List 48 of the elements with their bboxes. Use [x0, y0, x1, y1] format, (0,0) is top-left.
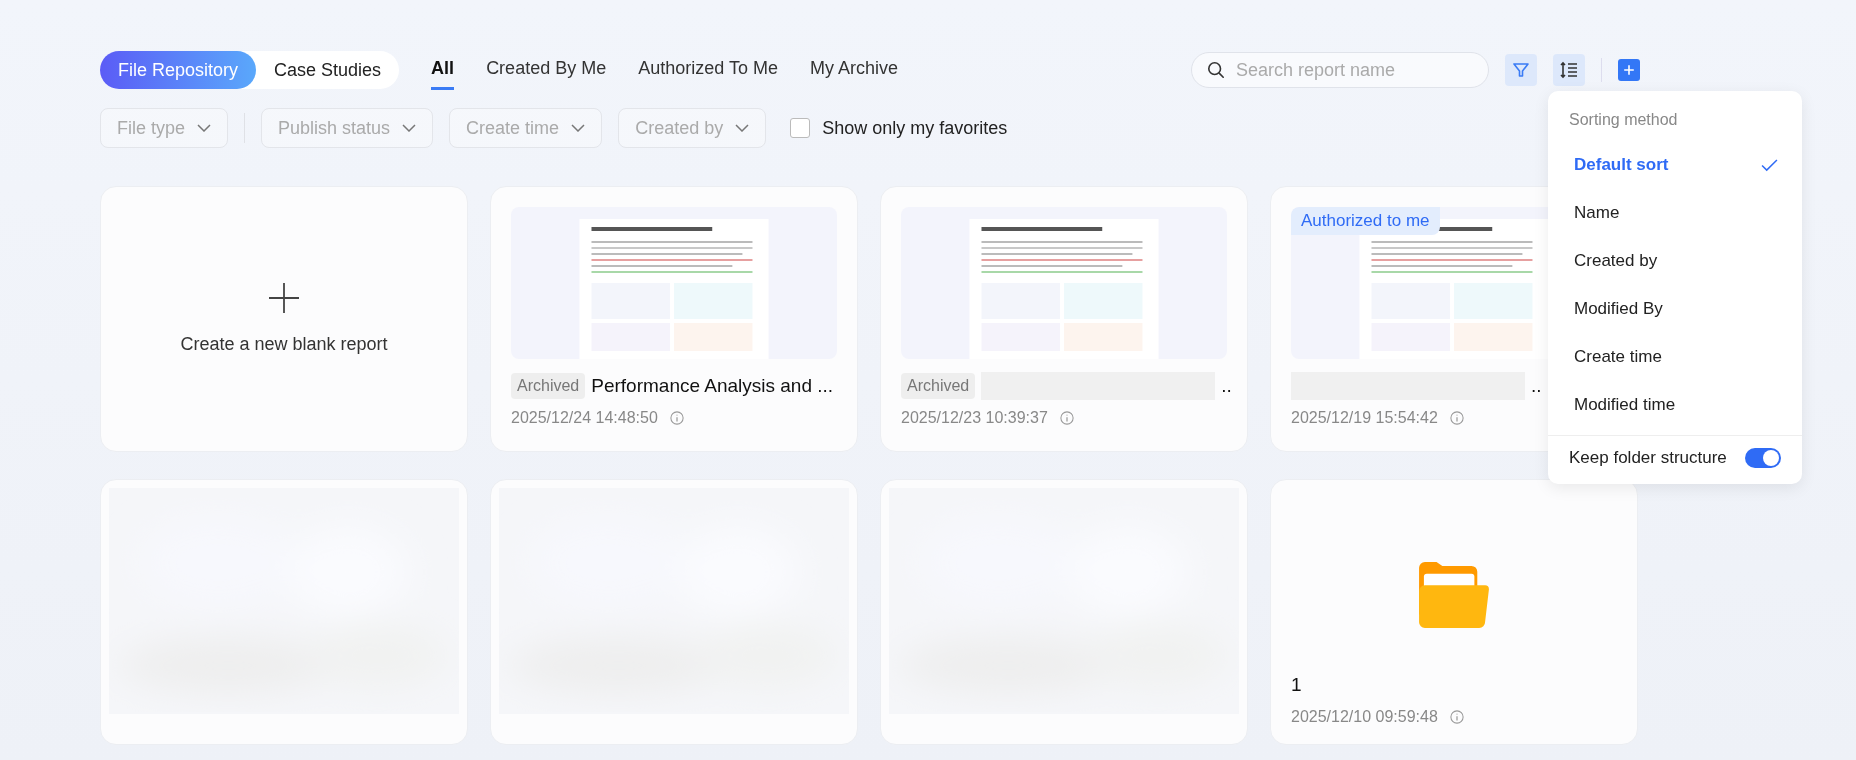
toggle-label: Keep folder structure — [1569, 448, 1727, 468]
menu-heading: Sorting method — [1568, 110, 1679, 130]
search-icon — [1207, 61, 1225, 79]
report-title[interactable]: Performance Analysis and ... — [591, 375, 834, 397]
timestamp: 2025/12/23 10:39:37 — [901, 409, 1048, 427]
chevron-down-icon — [197, 124, 212, 132]
search-field[interactable]: Search report name — [1191, 52, 1489, 88]
sort-option[interactable]: Modified time — [1548, 381, 1802, 429]
chevron-down-icon — [735, 124, 750, 132]
folder-icon — [1419, 562, 1489, 628]
add-button[interactable] — [1618, 59, 1640, 81]
filter-button[interactable] — [1505, 54, 1537, 86]
info-icon[interactable] — [669, 411, 684, 425]
sort-button[interactable] — [1553, 54, 1585, 86]
create-report-button[interactable]: Create a new blank report — [174, 332, 394, 356]
report-title[interactable]: .. — [1221, 375, 1232, 397]
chevron-down-icon — [402, 124, 417, 132]
mode-tab[interactable]: Case Studies — [256, 51, 400, 89]
timestamp: 2025/12/19 15:54:42 — [1291, 409, 1438, 427]
sort-option[interactable]: Default sort — [1548, 141, 1802, 189]
check-icon — [1761, 158, 1778, 172]
sort-icon — [1559, 60, 1579, 80]
plus-icon — [1621, 62, 1637, 78]
timestamp: 2025/12/24 14:48:50 — [511, 409, 658, 427]
folder-title[interactable]: 1 — [1291, 674, 1302, 696]
sort-option[interactable]: Create time — [1548, 333, 1802, 381]
tab[interactable]: Authorized To Me — [638, 50, 778, 90]
sort-option[interactable]: Created by — [1548, 237, 1802, 285]
plus-icon — [269, 282, 299, 313]
tab[interactable]: All — [431, 50, 455, 90]
report-title[interactable]: .. — [1531, 375, 1542, 397]
mode-tab[interactable]: File Repository — [100, 51, 257, 89]
status-badge: Archived — [901, 373, 976, 399]
chevron-down-icon — [571, 124, 586, 132]
checkbox-label: Show only my favorites — [822, 117, 1008, 139]
tab[interactable]: My Archive — [809, 50, 898, 90]
sort-option[interactable]: Modified By — [1548, 285, 1802, 333]
shared-tag: Authorized to me — [1291, 207, 1440, 235]
info-icon[interactable] — [1449, 411, 1464, 425]
tab[interactable]: Created By Me — [486, 50, 607, 90]
info-icon[interactable] — [1449, 710, 1464, 724]
funnel-icon — [1511, 60, 1531, 80]
checkbox[interactable] — [790, 118, 811, 138]
sort-option[interactable]: Name — [1548, 189, 1802, 237]
timestamp: 2025/12/10 09:59:48 — [1291, 708, 1438, 726]
toggle-switch[interactable] — [1745, 448, 1781, 468]
status-badge: Archived — [511, 373, 586, 399]
info-icon[interactable] — [1059, 411, 1074, 425]
